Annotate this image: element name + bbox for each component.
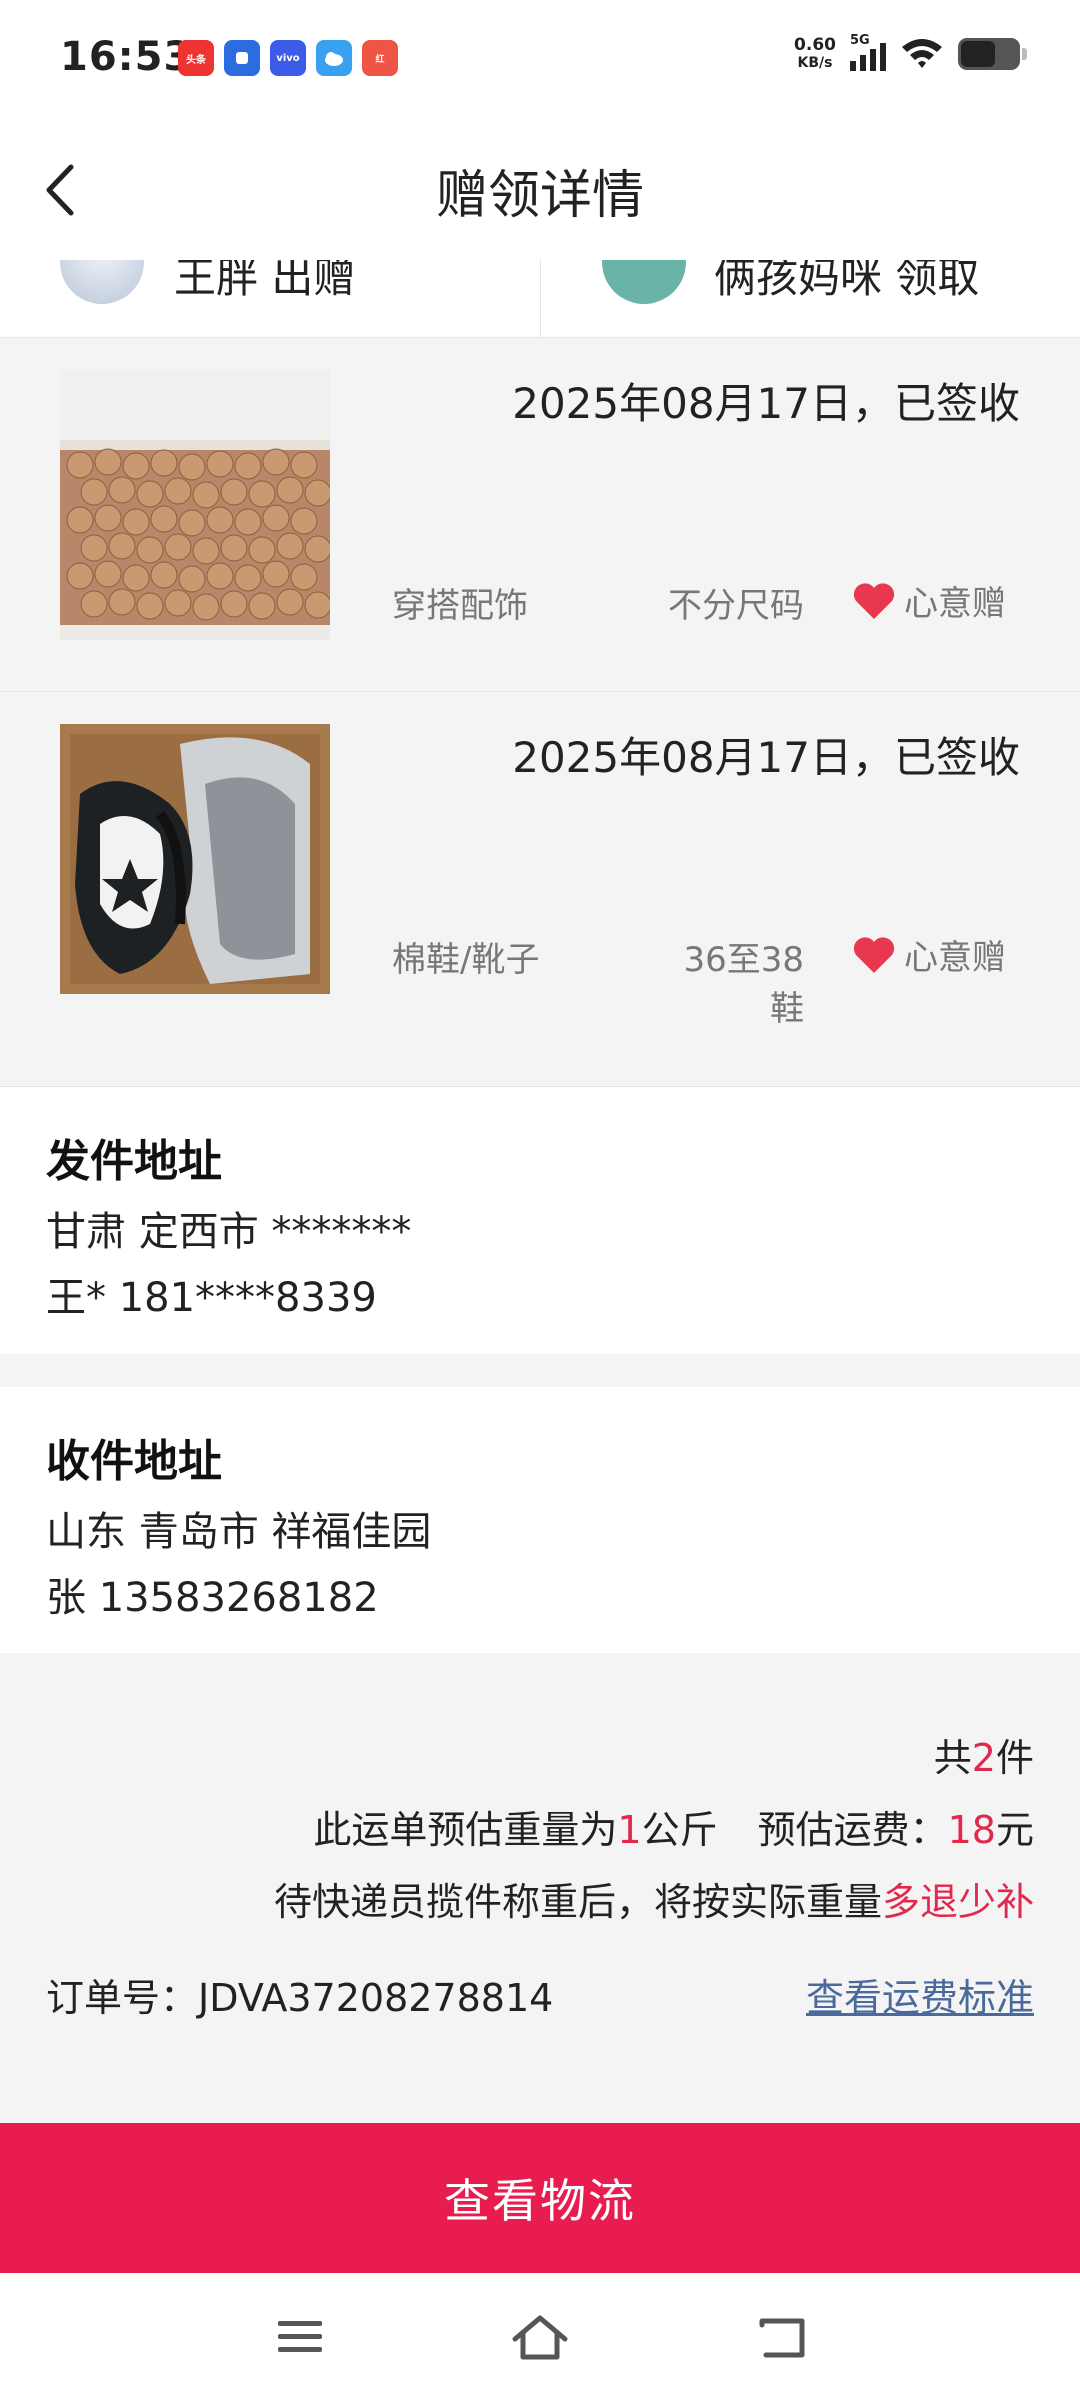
network-speed-unit: KB/s <box>797 55 833 71</box>
item-tag: 心意赠 <box>852 930 1006 979</box>
item-count-prefix: 共 <box>933 1736 972 1780</box>
item-tag-label: 心意赠 <box>904 938 1006 978</box>
weight-notice: 待快递员揽件称重后，将按实际重量多退少补 <box>274 1871 1034 1926</box>
wifi-icon <box>902 39 942 68</box>
receiver-region: 山东 青岛市 祥福佳园 <box>46 1509 432 1555</box>
sender-contact: 王* 181****8339 <box>46 1275 377 1321</box>
page-title: 赠领详情 <box>435 166 644 226</box>
walnuts-photo <box>60 370 330 640</box>
fee-prefix: 预估运费： <box>757 1808 948 1852</box>
view-logistics-button[interactable]: 查看物流 <box>0 2123 1080 2273</box>
notice-highlight: 多退少补 <box>881 1880 1034 1924</box>
menu-nav-button[interactable] <box>270 2309 330 2365</box>
weather-app-icon <box>316 40 352 76</box>
item-count-value: 2 <box>971 1736 996 1780</box>
return-icon <box>759 2318 805 2358</box>
sender-address-card: 发件地址 甘肃 定西市 ******* 王* 181****8339 <box>0 1087 1080 1354</box>
order-number-value: JDVA37208278814 <box>198 1976 554 2020</box>
fee-value: 18 <box>947 1808 996 1852</box>
status-time: 16:53 <box>60 34 193 80</box>
item-category: 棉鞋/靴子 <box>392 940 540 980</box>
gift-item-card[interactable]: 2025年08月17日，已签收 穿搭配饰 不分尺码 心意赠 <box>0 338 1080 692</box>
network-type: 5G <box>850 33 870 48</box>
heart-icon <box>853 936 895 973</box>
receiver-avatar <box>602 260 686 304</box>
home-icon <box>512 2315 568 2360</box>
order-label: 订单号： <box>46 1976 199 2020</box>
receiver-address-card: 收件地址 山东 青岛市 祥福佳园 张 13583268182 <box>0 1387 1080 1653</box>
item-count-suffix: 件 <box>995 1736 1034 1780</box>
item-tag: 心意赠 <box>852 576 1006 625</box>
toutiao-app-icon: 头条 <box>178 40 214 76</box>
notification-icons: 头条 vivo 红 <box>178 40 398 76</box>
sender-address-title: 发件地址 <box>46 1136 222 1187</box>
back-nav-button[interactable] <box>752 2309 812 2365</box>
heart-icon <box>853 582 895 619</box>
receiver-contact: 张 13583268182 <box>46 1575 379 1621</box>
status-bar: 16:53 头条 vivo 红 0.60 KB/s 5G <box>0 0 1080 115</box>
order-number: 订单号：JDVA37208278814 <box>46 1967 553 2022</box>
page-header: 赠领详情 <box>0 115 1080 260</box>
system-icons: 0.60 KB/s 5G <box>794 33 1027 72</box>
item-date-status: 2025年08月17日，已签收 <box>512 379 1020 428</box>
fee-suffix: 元 <box>995 1808 1034 1852</box>
giver-avatar <box>60 260 144 304</box>
home-nav-button[interactable] <box>510 2309 570 2365</box>
sender-region: 甘肃 定西市 ******* <box>46 1209 412 1255</box>
item-size: 36至38鞋 <box>683 940 804 1029</box>
item-count: 共2件 <box>934 1727 1034 1782</box>
item-category: 穿搭配饰 <box>392 586 528 626</box>
blue-app-icon <box>224 40 260 76</box>
signal-icon: 5G <box>850 33 886 71</box>
shipping-summary: 共2件 此运单预估重量为1公斤 预估运费：18元 待快递员揽件称重后，将按实际重量… <box>0 1653 1080 2123</box>
network-speed: 0.60 KB/s <box>794 36 836 72</box>
weight-value: 1 <box>617 1808 642 1852</box>
fee-standard-link[interactable]: 查看运费标准 <box>806 1967 1034 2022</box>
item-date-status: 2025年08月17日，已签收 <box>512 733 1020 782</box>
shoes-photo <box>60 724 330 994</box>
weight-suffix: 公斤 <box>641 1808 718 1852</box>
red-app-icon: 红 <box>362 40 398 76</box>
item-size: 不分尺码 <box>668 586 804 626</box>
weight-prefix: 此运单预估重量为 <box>313 1808 618 1852</box>
receiver-address-title: 收件地址 <box>46 1436 222 1487</box>
system-nav-bar <box>0 2273 1080 2400</box>
gift-item-card[interactable]: 2025年08月17日，已签收 棉鞋/靴子 36至38鞋 心意赠 <box>0 692 1080 1087</box>
gift-detail-page: 16:53 头条 vivo 红 0.60 KB/s 5G 赠领详情 王胖 出赠 … <box>0 0 1080 2400</box>
giver-label: 王胖 出赠 <box>174 260 356 302</box>
network-speed-value: 0.60 <box>794 35 836 55</box>
battery-icon <box>958 38 1027 70</box>
item-tag-label: 心意赠 <box>904 584 1006 624</box>
weight-fee-line: 此运单预估重量为1公斤 预估运费：18元 <box>313 1799 1034 1854</box>
menu-icon <box>278 2321 322 2352</box>
receiver-label: 俩孩妈咪 领取 <box>714 260 980 302</box>
divider <box>540 260 541 337</box>
giver-receiver-row: 王胖 出赠 俩孩妈咪 领取 <box>0 260 1080 338</box>
vivo-app-icon: vivo <box>270 40 306 76</box>
notice-prefix: 待快递员揽件称重后，将按实际重量 <box>273 1880 882 1924</box>
